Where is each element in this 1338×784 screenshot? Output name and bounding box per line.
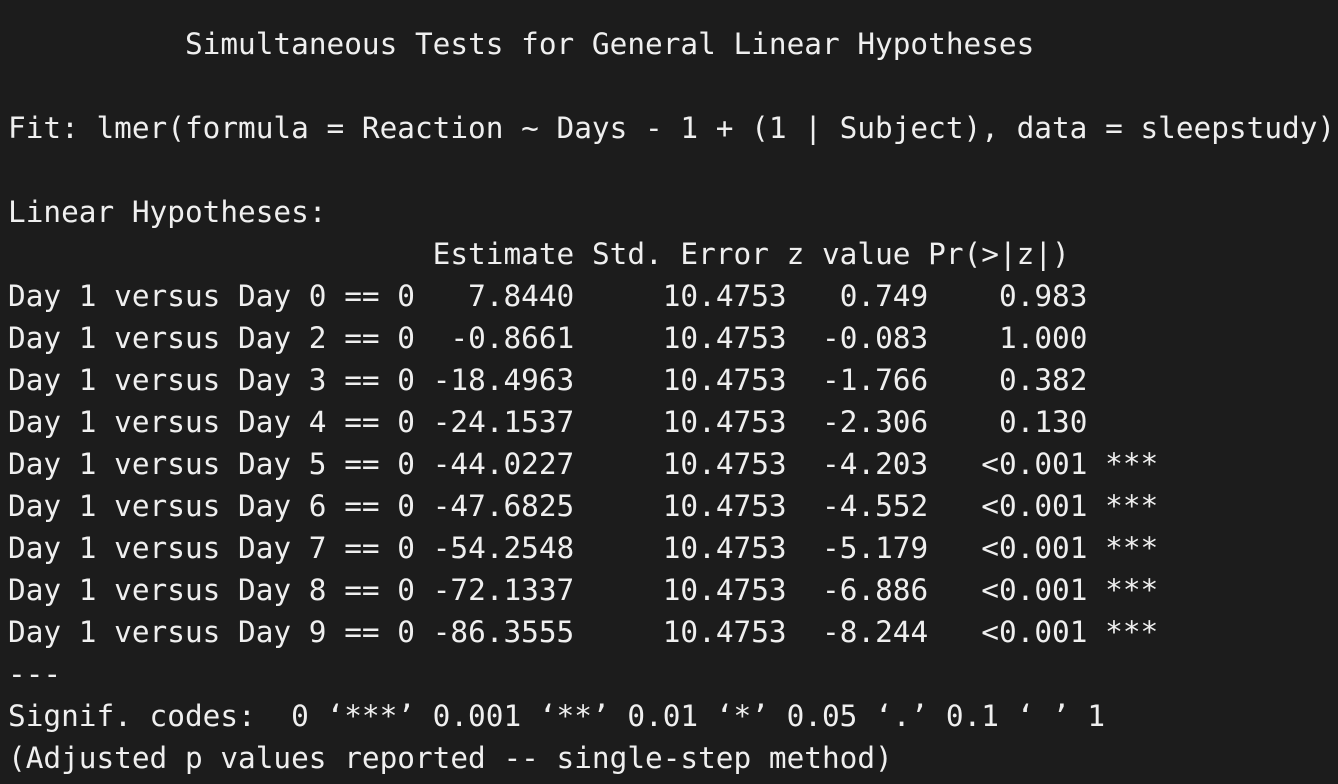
table-row: Day 1 versus Day 8 == 0 -72.1337 10.4753… xyxy=(8,569,1334,611)
cell-z-value: -4.203 xyxy=(822,447,929,481)
cell-p-value: <0.001 xyxy=(981,531,1088,565)
cell-p-value: 0.382 xyxy=(998,363,1088,397)
header-p-value: Pr(>|z|) xyxy=(928,237,1070,271)
cell-signif: *** xyxy=(1105,531,1159,565)
cell-signif: *** xyxy=(1105,573,1159,607)
table-header: Estimate Std. Error z value Pr(>|z|) xyxy=(8,233,1334,275)
cell-label: Day 1 versus Day 4 == 0 xyxy=(8,405,415,439)
cell-estimate: -24.1537 xyxy=(432,405,575,439)
cell-estimate: -86.3555 xyxy=(432,615,575,649)
cell-label: Day 1 versus Day 0 == 0 xyxy=(8,279,415,313)
title-line: Simultaneous Tests for General Linear Hy… xyxy=(8,23,1334,65)
cell-label: Day 1 versus Day 3 == 0 xyxy=(8,363,415,397)
cell-z-value: -0.083 xyxy=(822,321,929,355)
signif-codes-line: Signif. codes: 0 ‘***’ 0.001 ‘**’ 0.01 ‘… xyxy=(8,699,1106,733)
cell-z-value: -4.552 xyxy=(822,489,929,523)
cell-p-value: <0.001 xyxy=(981,447,1088,481)
cell-std-error: 10.4753 xyxy=(662,447,787,481)
cell-std-error: 10.4753 xyxy=(662,489,787,523)
cell-std-error: 10.4753 xyxy=(662,615,787,649)
cell-estimate: -44.0227 xyxy=(432,447,575,481)
cell-p-value: <0.001 xyxy=(981,573,1088,607)
cell-z-value: -8.244 xyxy=(822,615,929,649)
cell-p-value: <0.001 xyxy=(981,489,1088,523)
section-label: Linear Hypotheses: xyxy=(8,195,327,229)
cell-p-value: 0.983 xyxy=(998,279,1088,313)
fit-line: Fit: lmer(formula = Reaction ~ Days - 1 … xyxy=(8,111,1336,145)
cell-label: Day 1 versus Day 9 == 0 xyxy=(8,615,415,649)
cell-std-error: 10.4753 xyxy=(662,363,787,397)
cell-label: Day 1 versus Day 2 == 0 xyxy=(8,321,415,355)
cell-estimate: 7.8440 xyxy=(468,279,575,313)
separator-line: --- xyxy=(8,657,62,691)
cell-std-error: 10.4753 xyxy=(662,531,787,565)
table-row: Day 1 versus Day 5 == 0 -44.0227 10.4753… xyxy=(8,443,1334,485)
cell-label: Day 1 versus Day 6 == 0 xyxy=(8,489,415,523)
cell-estimate: -47.6825 xyxy=(432,489,575,523)
table-row: Day 1 versus Day 9 == 0 -86.3555 10.4753… xyxy=(8,611,1334,653)
table-row: Day 1 versus Day 3 == 0 -18.4963 10.4753… xyxy=(8,359,1334,401)
cell-p-value: 1.000 xyxy=(998,321,1088,355)
header-estimate: Estimate xyxy=(432,237,575,271)
cell-z-value: -1.766 xyxy=(822,363,929,397)
cell-std-error: 10.4753 xyxy=(662,321,787,355)
cell-signif: *** xyxy=(1105,615,1159,649)
cell-std-error: 10.4753 xyxy=(662,279,787,313)
header-z-value: z value xyxy=(786,237,911,271)
cell-std-error: 10.4753 xyxy=(662,405,787,439)
table-row: Day 1 versus Day 0 == 0 7.8440 10.4753 0… xyxy=(8,275,1334,317)
output-title: Simultaneous Tests for General Linear Hy… xyxy=(184,27,1035,61)
cell-label: Day 1 versus Day 8 == 0 xyxy=(8,573,415,607)
cell-std-error: 10.4753 xyxy=(662,573,787,607)
header-std-error: Std. Error xyxy=(591,237,769,271)
cell-signif: *** xyxy=(1105,489,1159,523)
table-row: Day 1 versus Day 7 == 0 -54.2548 10.4753… xyxy=(8,527,1334,569)
cell-estimate: -18.4963 xyxy=(432,363,575,397)
table-row: Day 1 versus Day 6 == 0 -47.6825 10.4753… xyxy=(8,485,1334,527)
cell-z-value: 0.749 xyxy=(839,279,929,313)
cell-estimate: -0.8661 xyxy=(450,321,575,355)
cell-signif: *** xyxy=(1105,447,1159,481)
cell-z-value: -2.306 xyxy=(822,405,929,439)
header-indent xyxy=(8,237,433,271)
title-indent xyxy=(8,27,185,61)
cell-z-value: -5.179 xyxy=(822,531,929,565)
cell-p-value: 0.130 xyxy=(998,405,1088,439)
console-output: Simultaneous Tests for General Linear Hy… xyxy=(8,23,1336,779)
cell-estimate: -54.2548 xyxy=(432,531,575,565)
cell-z-value: -6.886 xyxy=(822,573,929,607)
cell-estimate: -72.1337 xyxy=(432,573,575,607)
table-row: Day 1 versus Day 2 == 0 -0.8661 10.4753 … xyxy=(8,317,1334,359)
footnote-line: (Adjusted p values reported -- single-st… xyxy=(8,741,893,775)
cell-p-value: <0.001 xyxy=(981,615,1088,649)
cell-label: Day 1 versus Day 5 == 0 xyxy=(8,447,415,481)
cell-label: Day 1 versus Day 7 == 0 xyxy=(8,531,415,565)
table-row: Day 1 versus Day 4 == 0 -24.1537 10.4753… xyxy=(8,401,1334,443)
